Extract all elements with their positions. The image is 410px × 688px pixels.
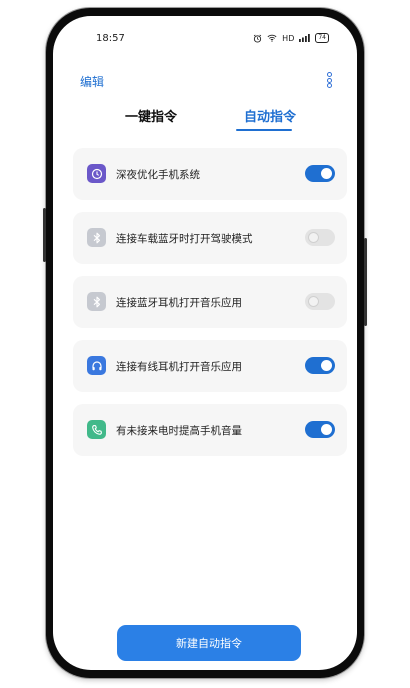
new-auto-command-button[interactable]: 新建自动指令	[117, 625, 301, 661]
alarm-icon	[253, 34, 262, 43]
rule-toggle[interactable]	[305, 421, 335, 438]
headphones-icon	[87, 356, 106, 375]
bluetooth-icon	[87, 292, 106, 311]
rule-item-night-optimize[interactable]: 深夜优化手机系统	[73, 148, 347, 200]
wifi-icon	[267, 34, 277, 42]
rule-toggle[interactable]	[305, 165, 335, 182]
rule-label: 有未接来电时提高手机音量	[116, 425, 242, 437]
tab-auto-commands[interactable]: 自动指令	[244, 106, 296, 125]
rule-toggle[interactable]	[305, 293, 335, 310]
tab-one-tap-commands[interactable]: 一键指令	[125, 106, 177, 125]
rule-label: 连接蓝牙耳机打开音乐应用	[116, 297, 242, 309]
rule-label: 连接车载蓝牙时打开驾驶模式	[116, 233, 253, 245]
rule-item-car-bluetooth[interactable]: 连接车载蓝牙时打开驾驶模式	[73, 212, 347, 264]
clock-icon	[87, 164, 106, 183]
bluetooth-icon	[87, 228, 106, 247]
rule-toggle[interactable]	[305, 357, 335, 374]
more-vertical-icon[interactable]	[324, 72, 334, 88]
screen: 18:57 HD 74 编辑 一键指令 自动指令 深夜优化手机系统 连接车载蓝牙…	[53, 16, 357, 670]
network-type-label: HD	[282, 33, 295, 43]
side-button	[43, 208, 46, 262]
status-bar: 18:57 HD 74	[53, 16, 357, 52]
battery-indicator: 74	[315, 33, 329, 43]
status-time: 18:57	[96, 33, 125, 44]
rule-item-bluetooth-headset[interactable]: 连接蓝牙耳机打开音乐应用	[73, 276, 347, 328]
phone-icon	[87, 420, 106, 439]
rule-label: 连接有线耳机打开音乐应用	[116, 361, 242, 373]
tab-bar: 一键指令 自动指令	[53, 106, 357, 140]
side-button	[364, 266, 367, 326]
active-tab-indicator	[236, 129, 292, 131]
rule-label: 深夜优化手机系统	[116, 169, 200, 181]
rule-toggle[interactable]	[305, 229, 335, 246]
status-icons: HD 74	[253, 33, 329, 43]
signal-icon	[299, 34, 311, 42]
rule-item-missed-call-volume[interactable]: 有未接来电时提高手机音量	[73, 404, 347, 456]
rule-item-wired-headset[interactable]: 连接有线耳机打开音乐应用	[73, 340, 347, 392]
edit-button[interactable]: 编辑	[80, 73, 104, 90]
phone-frame: 18:57 HD 74 编辑 一键指令 自动指令 深夜优化手机系统 连接车载蓝牙…	[43, 8, 367, 678]
